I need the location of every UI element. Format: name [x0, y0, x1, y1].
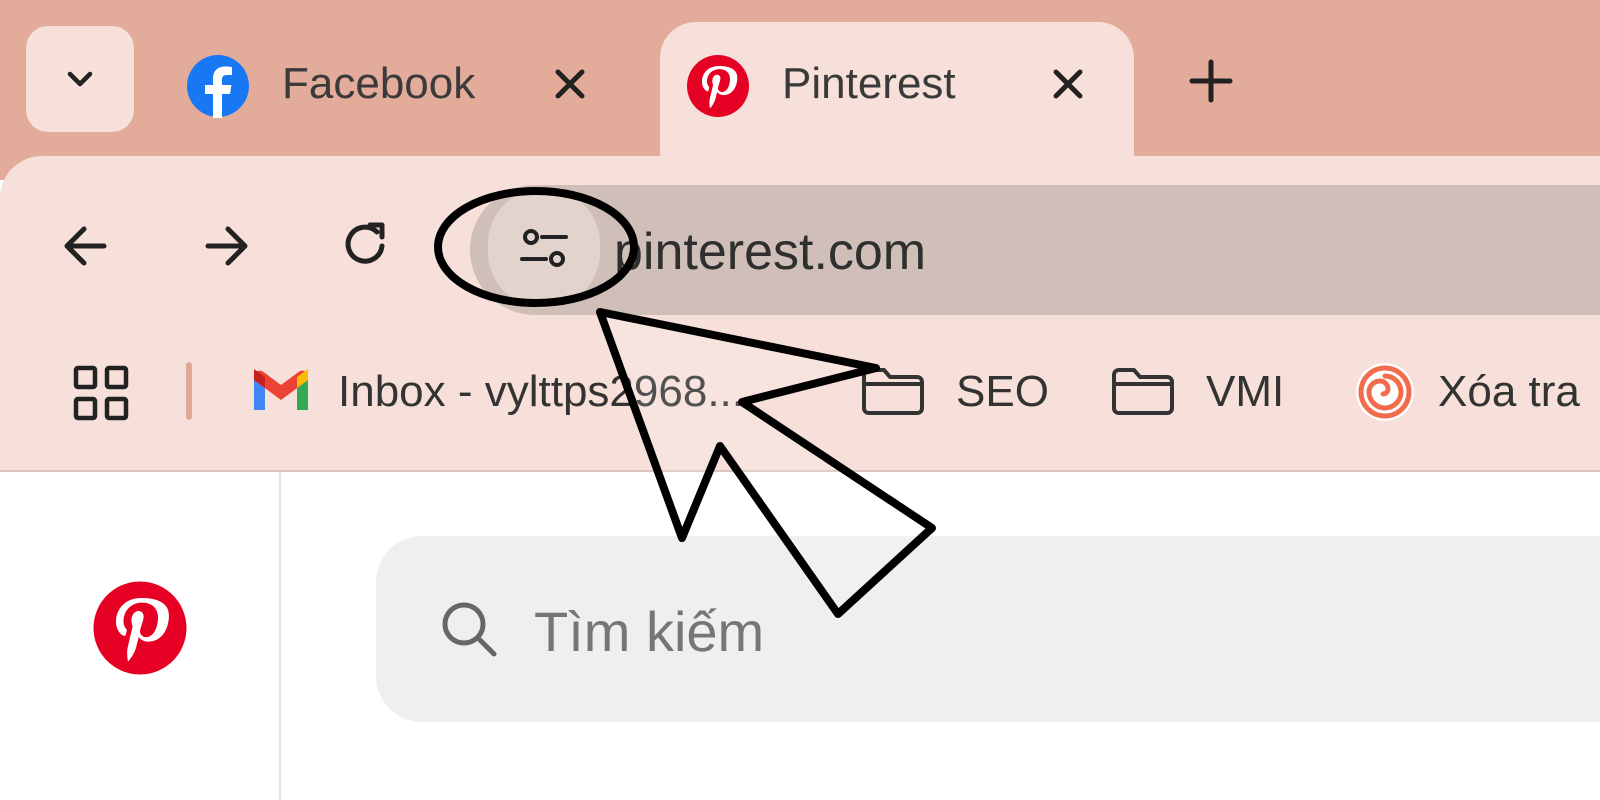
- back-icon[interactable]: [58, 218, 114, 274]
- reload-icon[interactable]: [338, 216, 394, 272]
- folder-icon: [862, 368, 924, 415]
- bookmark-folder-seo[interactable]: SEO: [860, 362, 1049, 422]
- pinterest-logo[interactable]: [92, 580, 188, 676]
- forward-icon[interactable]: [198, 218, 254, 274]
- bookmarks-divider: [186, 362, 192, 420]
- close-icon[interactable]: [1048, 64, 1088, 104]
- facebook-icon: [187, 55, 249, 118]
- bookmark-label: Xóa tra: [1438, 367, 1580, 416]
- url-text[interactable]: pinterest.com: [614, 222, 926, 282]
- tab-facebook[interactable]: Facebook: [160, 22, 630, 157]
- search-placeholder: Tìm kiếm: [534, 600, 765, 663]
- swirl-icon: [1356, 363, 1414, 421]
- bookmark-label: Inbox - vylttps2968...: [338, 367, 744, 416]
- tab-title: Pinterest: [782, 59, 956, 108]
- site-settings-button[interactable]: [488, 188, 600, 308]
- close-icon[interactable]: [550, 64, 590, 104]
- bookmark-xoa[interactable]: Xóa tra: [1354, 362, 1580, 422]
- gmail-icon: [254, 369, 308, 410]
- tab-title: Facebook: [282, 59, 476, 108]
- search-icon: [442, 602, 497, 657]
- bookmark-inbox[interactable]: Inbox - vylttps2968...: [250, 362, 744, 422]
- new-tab-icon[interactable]: [1186, 56, 1236, 106]
- tune-icon: [520, 229, 568, 267]
- bookmark-label: VMI: [1206, 367, 1285, 416]
- chevron-down-icon: [67, 71, 93, 87]
- tab-search-button[interactable]: [26, 26, 134, 132]
- folder-icon: [1112, 368, 1174, 415]
- bookmark-label: SEO: [956, 367, 1049, 416]
- apps-grid-icon[interactable]: [72, 364, 130, 422]
- pinterest-icon: [687, 55, 749, 117]
- bookmark-folder-vmi[interactable]: VMI: [1110, 362, 1284, 422]
